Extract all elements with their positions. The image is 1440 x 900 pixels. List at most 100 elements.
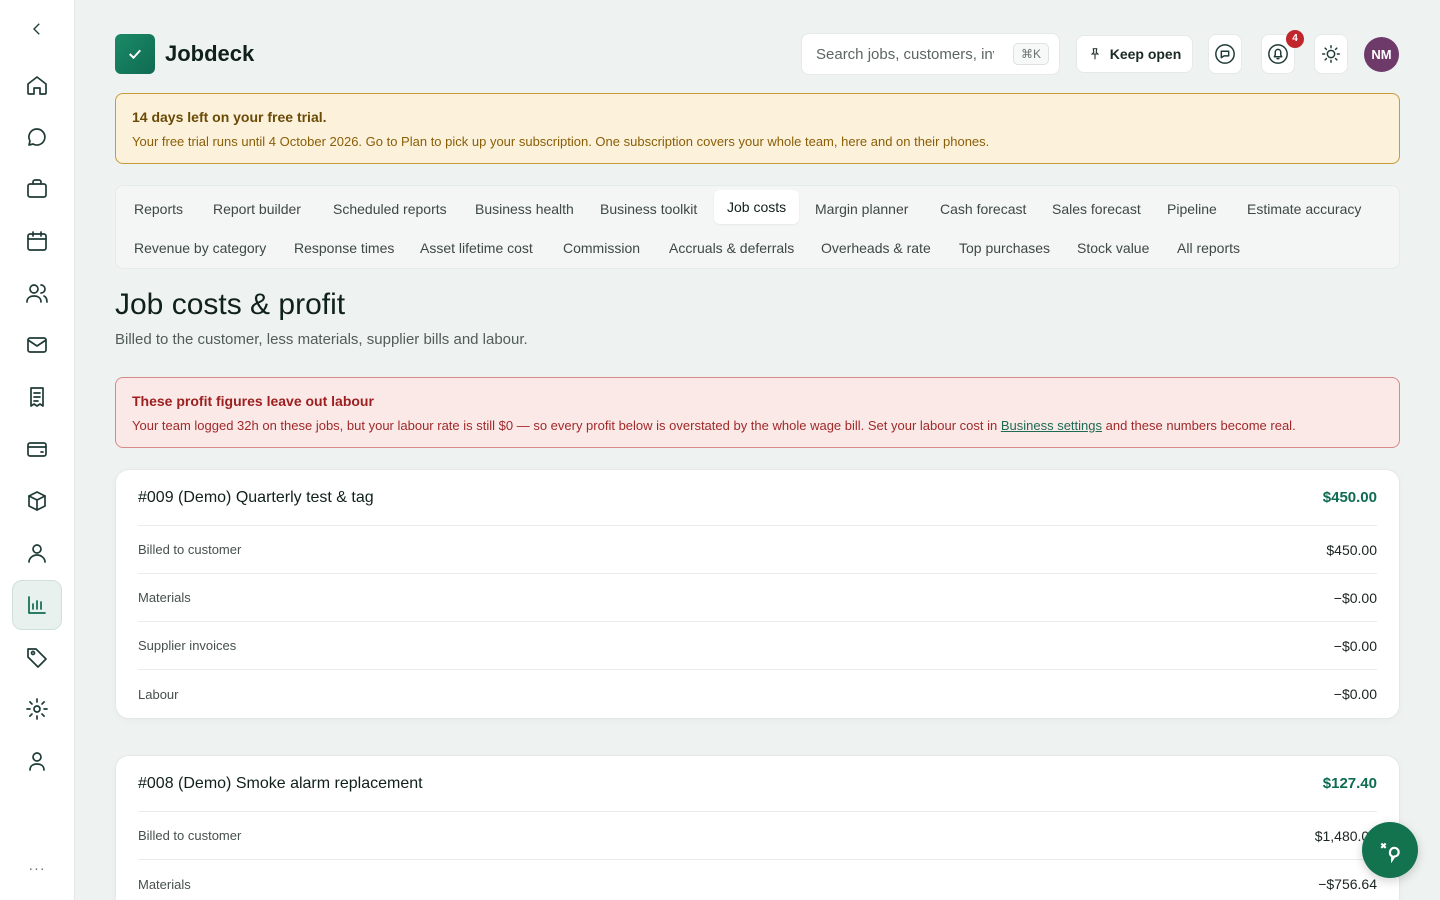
cost-label: Materials (138, 590, 191, 605)
job-card-header: #009 (Demo) Quarterly test & tag $450.00 (138, 470, 1377, 526)
app-logo[interactable] (115, 34, 155, 74)
cost-label: Materials (138, 876, 191, 892)
receipt-icon (30, 387, 44, 407)
cost-row: Materials −$756.64 (138, 860, 1377, 900)
tab-response-times[interactable]: Response times (281, 231, 407, 265)
chevron-left-icon (33, 23, 40, 35)
sidebar-item-home[interactable] (12, 60, 62, 110)
trial-title: 14 days left on your free trial. (132, 109, 327, 125)
search-shortcut: ⌘K (1012, 43, 1049, 65)
job-name: #008 (Demo) Smoke alarm replacement (138, 774, 423, 792)
sidebar-item-account[interactable] (12, 736, 62, 786)
cost-label: Billed to customer (138, 542, 242, 557)
chat-icon (28, 128, 46, 146)
tab-accruals-deferrals[interactable]: Accruals & deferrals (656, 231, 807, 265)
tab-all-reports[interactable]: All reports (1164, 231, 1253, 265)
notification-count-badge: 4 (1286, 30, 1304, 48)
warning-body-text: Your team logged 32h on these jobs, but … (132, 418, 1001, 433)
cost-label: Labour (138, 686, 179, 702)
labour-warning-banner: These profit figures leave out labour Yo… (115, 377, 1400, 448)
mail-icon (27, 337, 47, 353)
cost-row: Billed to customer $450.00 (138, 526, 1377, 574)
business-settings-link[interactable]: Business settings (1001, 418, 1102, 433)
message-icon (1215, 44, 1235, 64)
bar-chart-icon (28, 596, 46, 614)
tab-commission[interactable]: Commission (550, 231, 653, 265)
report-tabs: Reports Report builder Scheduled reports… (115, 185, 1400, 269)
messages-button[interactable] (1208, 34, 1242, 74)
job-profit: $450.00 (1322, 489, 1377, 506)
tab-reports[interactable]: Reports (121, 192, 196, 226)
wallet-icon (27, 442, 47, 457)
cost-value: −$756.64 (1318, 876, 1377, 892)
tab-stock-value[interactable]: Stock value (1064, 231, 1162, 265)
tab-top-purchases[interactable]: Top purchases (946, 231, 1063, 265)
tab-revenue-by-category[interactable]: Revenue by category (121, 231, 279, 265)
cost-row: Billed to customer $1,480.00 (138, 812, 1377, 860)
assistant-icon (1380, 842, 1400, 863)
tab-overheads-rate[interactable]: Overheads & rate (808, 231, 944, 265)
sidebar-item-schedule[interactable] (12, 216, 62, 266)
cost-value: −$0.00 (1333, 637, 1377, 654)
sidebar-item-team[interactable] (12, 528, 62, 578)
keep-open-label: Keep open (1109, 46, 1182, 62)
tab-scheduled-reports[interactable]: Scheduled reports (320, 192, 460, 226)
cost-value: −$0.00 (1333, 686, 1377, 702)
account-icon (29, 752, 45, 771)
sidebar-item-mail[interactable] (12, 320, 62, 370)
sidebar: ··· (0, 0, 75, 900)
sidebar-item-pricing[interactable] (12, 632, 62, 682)
sidebar-item-payments[interactable] (12, 424, 62, 474)
warning-title: These profit figures leave out labour (132, 393, 374, 409)
job-card[interactable]: #008 (Demo) Smoke alarm replacement $127… (115, 755, 1400, 900)
gear-icon (26, 698, 48, 720)
cost-label: Billed to customer (138, 828, 242, 843)
job-card[interactable]: #009 (Demo) Quarterly test & tag $450.00… (115, 469, 1400, 719)
collapse-sidebar-button[interactable] (24, 16, 50, 42)
cost-value: $450.00 (1326, 541, 1377, 558)
tab-job-costs[interactable]: Job costs (714, 190, 800, 224)
job-card-header: #008 (Demo) Smoke alarm replacement $127… (138, 756, 1377, 812)
users-icon (26, 284, 48, 303)
tab-sales-forecast[interactable]: Sales forecast (1039, 192, 1154, 226)
cost-label: Supplier invoices (138, 638, 237, 653)
sun-icon (1322, 45, 1340, 63)
page-title: Job costs & profit (115, 288, 346, 321)
sidebar-item-messages[interactable] (12, 112, 62, 162)
job-profit: $127.40 (1322, 775, 1377, 792)
sidebar-item-reports[interactable] (12, 580, 62, 630)
tab-margin-planner[interactable]: Margin planner (802, 192, 921, 226)
search-input[interactable]: Search jobs, customers, inv ⌘K (801, 33, 1060, 75)
cost-value: −$0.00 (1333, 589, 1377, 606)
warning-body: Your team logged 32h on these jobs, but … (132, 418, 1383, 433)
tab-asset-lifetime-cost[interactable]: Asset lifetime cost (407, 231, 546, 265)
sidebar-item-invoices[interactable] (12, 372, 62, 422)
assistant-fab-button[interactable] (1362, 822, 1418, 878)
theme-toggle-button[interactable] (1314, 34, 1348, 74)
search-placeholder: Search jobs, customers, inv (816, 45, 994, 63)
more-menu-button[interactable]: ··· (22, 860, 52, 884)
sidebar-item-jobs[interactable] (12, 164, 62, 214)
bell-icon (1268, 44, 1288, 64)
keep-open-button[interactable]: Keep open (1076, 35, 1193, 73)
tab-estimate-accuracy[interactable]: Estimate accuracy (1234, 192, 1374, 226)
avatar[interactable]: NM (1364, 37, 1399, 72)
box-icon (28, 491, 46, 511)
job-name: #009 (Demo) Quarterly test & tag (138, 488, 374, 506)
tab-pipeline[interactable]: Pipeline (1154, 192, 1230, 226)
page-subtitle: Billed to the customer, less materials, … (115, 331, 528, 348)
sidebar-item-settings[interactable] (12, 684, 62, 734)
sidebar-item-customers[interactable] (12, 268, 62, 318)
tab-cash-forecast[interactable]: Cash forecast (927, 192, 1039, 226)
tag-icon (27, 648, 47, 668)
calendar-icon (27, 231, 47, 251)
trial-body: Your free trial runs until 4 October 202… (132, 134, 990, 149)
sidebar-item-inventory[interactable] (12, 476, 62, 526)
trial-banner: 14 days left on your free trial. Your fr… (115, 93, 1400, 164)
tab-business-health[interactable]: Business health (462, 192, 587, 226)
warning-body-text-end: and these numbers become real. (1102, 418, 1296, 433)
cost-row: Materials −$0.00 (138, 574, 1377, 622)
tab-business-toolkit[interactable]: Business toolkit (587, 192, 710, 226)
cost-row: Supplier invoices −$0.00 (138, 622, 1377, 670)
tab-report-builder[interactable]: Report builder (200, 192, 314, 226)
